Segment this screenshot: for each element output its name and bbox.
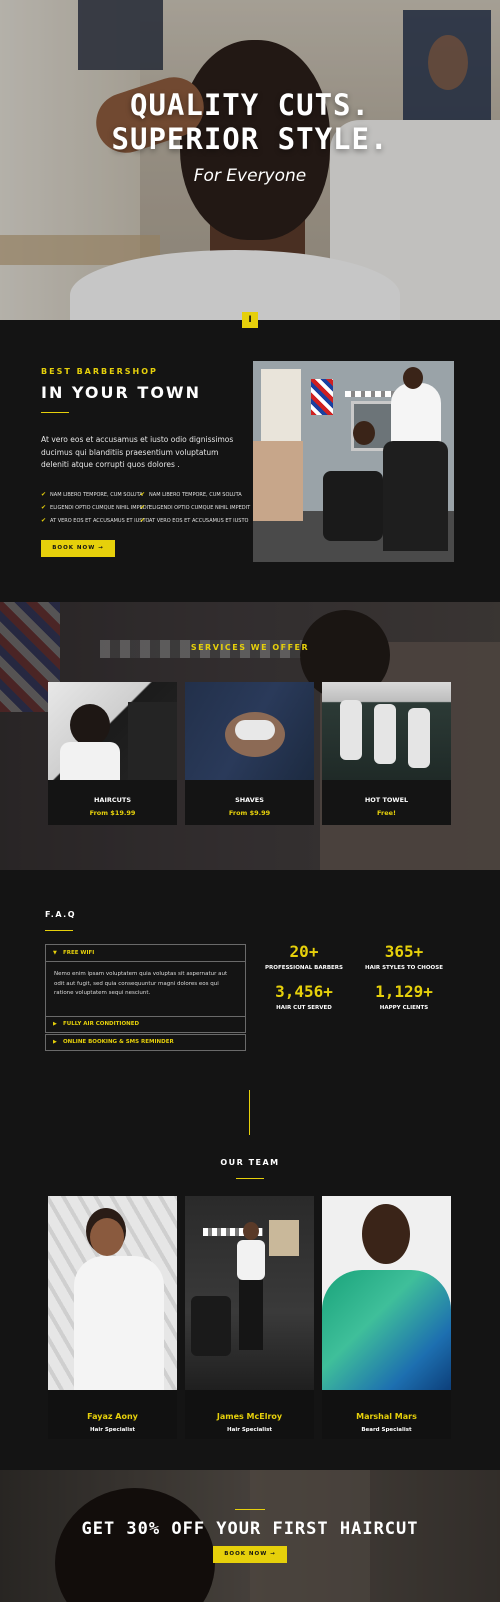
about-title: IN YOUR TOWN — [41, 383, 201, 402]
team-member-name: James McElroy — [216, 1412, 283, 1421]
faq-item-header[interactable]: ▼ FREE WIFI — [46, 945, 245, 962]
about-eyebrow: BEST BARBERSHOP — [41, 367, 158, 376]
service-photo-shaves — [185, 682, 314, 780]
hero-title-line1: QUALITY CUTS. — [130, 88, 370, 122]
stat-value: 1,129+ — [375, 982, 433, 1001]
faq-title: F.A.Q — [45, 910, 77, 919]
chevron-down-icon: ▼ — [53, 950, 57, 956]
service-name: HAIRCUTS — [93, 796, 132, 804]
check-icon: ✔ — [41, 517, 47, 524]
stat-value: 365+ — [384, 942, 424, 961]
service-photo-hot-towel — [322, 682, 451, 780]
faq-item[interactable]: ▶ FULLY AIR CONDITIONED — [45, 1016, 246, 1033]
chevron-right-icon: ▶ — [53, 1021, 57, 1027]
service-price: Free! — [376, 809, 396, 817]
about-title-underline — [41, 412, 69, 413]
feature-item: ✔ ELIGENDI OPTIO CUMQUE NIHIL IMPEDIT — [140, 504, 251, 511]
stat-label: HAIR CUT SERVED — [276, 1005, 332, 1011]
service-name: SHAVES — [235, 796, 264, 804]
scroll-down-button[interactable]: I — [242, 312, 258, 328]
team-card[interactable]: Fayaz Aony Hair Specialist — [48, 1196, 177, 1439]
stat-label: HAIR STYLES TO CHOOSE — [365, 965, 443, 971]
team-member-name: Marshal Mars — [356, 1412, 417, 1421]
team-card[interactable]: Marshal Mars Beard Specialist — [322, 1196, 451, 1439]
promo-line — [235, 1509, 265, 1510]
service-price: From $9.99 — [228, 809, 271, 817]
feature-item: ✔ AT VERO EOS ET ACCUSAMUS ET IUSTO — [140, 517, 249, 524]
hero-subtitle: For Everyone — [193, 166, 307, 186]
service-card-hot-towel[interactable]: HOT TOWEL Free! — [322, 682, 451, 825]
team-title-underline — [236, 1178, 264, 1179]
team-member-name: Fayaz Aony — [87, 1412, 138, 1421]
service-card-shaves[interactable]: SHAVES From $9.99 — [185, 682, 314, 825]
check-icon: ✔ — [41, 491, 47, 498]
service-price: From $19.99 — [89, 809, 136, 817]
hero-section — [0, 0, 500, 320]
section-divider-line — [249, 1090, 250, 1135]
check-icon: ✔ — [140, 517, 146, 524]
team-photo — [322, 1196, 451, 1390]
service-name: HOT TOWEL — [364, 796, 409, 804]
stat-value: 20+ — [289, 942, 319, 961]
check-icon: ✔ — [140, 491, 146, 498]
promo-title: GET 30% OFF YOUR FIRST HAIRCUT — [81, 1519, 419, 1539]
feature-item: ✔ AT VERO EOS ET ACCUSAMUS ET IUSTO — [41, 517, 150, 524]
check-icon: ✔ — [41, 504, 47, 511]
stat-value: 3,456+ — [275, 982, 333, 1001]
team-member-role: Beard Specialist — [361, 1427, 412, 1433]
faq-answer: Nemo enim ipsam voluptatem quia voluptas… — [54, 971, 228, 996]
stat-label: PROFESSIONAL BARBERS — [265, 965, 343, 971]
team-photo — [185, 1196, 314, 1390]
feature-item: ✔ NAM LIBERO TEMPORE, CUM SOLUTA — [41, 491, 143, 498]
service-photo-haircuts — [48, 682, 177, 780]
hero-title-line2: SUPERIOR STYLE. — [111, 122, 389, 156]
faq-title-underline — [45, 930, 73, 931]
about-barbershop-photo — [253, 361, 454, 562]
team-photo — [48, 1196, 177, 1390]
feature-item: ✔ NAM LIBERO TEMPORE, CUM SOLUTA — [140, 491, 242, 498]
page: QUALITY CUTS. SUPERIOR STYLE. For Everyo… — [0, 0, 500, 1602]
check-icon: ✔ — [140, 504, 146, 511]
team-member-role: Hair Specialist — [90, 1427, 135, 1433]
stat-label: HAPPY CLIENTS — [379, 1005, 429, 1011]
faq-item[interactable]: ▶ ONLINE BOOKING & SMS REMINDER — [45, 1034, 246, 1051]
services-title: SERVICES WE OFFER — [190, 643, 310, 652]
about-book-now-button[interactable]: BOOK NOW → — [41, 540, 115, 557]
team-member-role: Hair Specialist — [227, 1427, 272, 1433]
service-card-haircuts[interactable]: HAIRCUTS From $19.99 — [48, 682, 177, 825]
chevron-right-icon: ▶ — [53, 1039, 57, 1045]
about-text: At vero eos et accusamus et iusto odio d… — [41, 435, 234, 469]
feature-item: ✔ ELIGENDI OPTIO CUMQUE NIHIL IMPEDIT — [41, 504, 152, 511]
promo-book-now-button[interactable]: BOOK NOW → — [213, 1546, 287, 1563]
team-title: OUR TEAM — [220, 1158, 280, 1167]
team-card[interactable]: James McElroy Hair Specialist — [185, 1196, 314, 1439]
hero-title: QUALITY CUTS. SUPERIOR STYLE. — [0, 88, 500, 156]
faq-open-item: ▼ FREE WIFI Nemo enim ipsam voluptatem qu… — [45, 944, 246, 1017]
